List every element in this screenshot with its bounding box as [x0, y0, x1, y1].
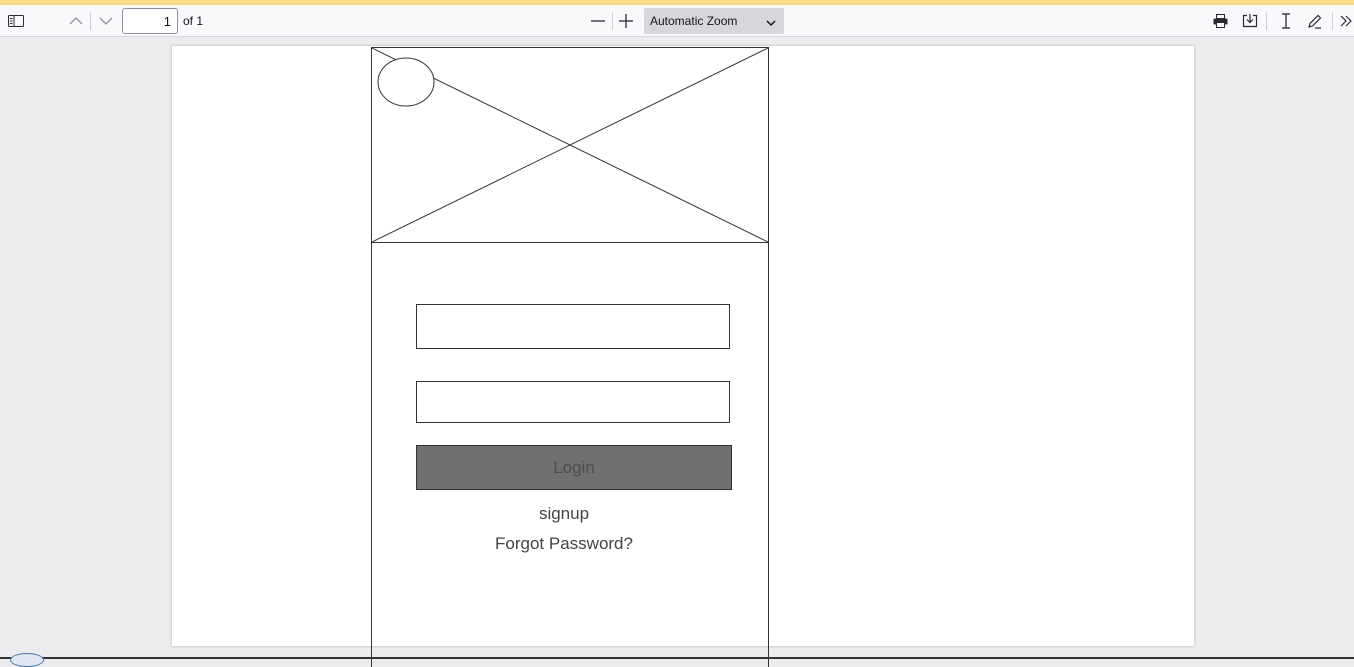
draw-button[interactable] — [1303, 11, 1325, 31]
printer-icon — [1213, 14, 1228, 28]
pdf-page: Login signup Forgot Password? — [172, 46, 1194, 667]
text-select-button[interactable] — [1275, 11, 1297, 31]
image-placeholder — [372, 48, 768, 243]
toolbar-divider — [1266, 12, 1267, 30]
download-icon — [1242, 14, 1258, 28]
chevron-up-icon — [69, 17, 83, 25]
more-tools-button[interactable] — [1338, 11, 1354, 31]
double-chevron-right-icon — [1339, 15, 1353, 27]
zoom-out-button[interactable] — [588, 11, 608, 31]
username-field-placeholder — [416, 304, 730, 349]
previous-page-button[interactable] — [66, 11, 86, 31]
print-button[interactable] — [1209, 11, 1231, 31]
toolbar-divider — [1332, 12, 1333, 30]
chevron-down-icon — [99, 17, 113, 25]
pdf-toolbar: of 1 Automatic Zoom — [0, 5, 1354, 37]
text-cursor-icon — [1281, 13, 1291, 29]
document-viewer[interactable]: Login signup Forgot Password? — [0, 38, 1354, 667]
next-page-button[interactable] — [96, 11, 116, 31]
save-button[interactable] — [1239, 11, 1261, 31]
sidebar-toggle-icon[interactable] — [4, 11, 28, 31]
wireframe-phone-frame: Login signup Forgot Password? — [371, 47, 769, 667]
zoom-select[interactable]: Automatic Zoom — [644, 8, 784, 34]
signup-link-placeholder: signup — [538, 504, 590, 523]
plus-icon — [619, 14, 633, 28]
chevron-down-icon — [766, 16, 776, 30]
toolbar-divider — [90, 12, 91, 30]
zoom-select-label: Automatic Zoom — [650, 14, 738, 28]
forgot-password-link-placeholder: Forgot Password? — [495, 534, 633, 553]
page-number-input[interactable] — [122, 8, 178, 34]
login-label: Login — [553, 457, 595, 477]
login-button-placeholder: Login — [416, 445, 732, 490]
toolbar-divider — [612, 12, 613, 30]
page-count-label: of 1 — [183, 14, 204, 28]
avatar — [10, 653, 44, 667]
zoom-in-button[interactable] — [616, 11, 636, 31]
minus-icon — [591, 20, 605, 22]
password-field-placeholder — [416, 381, 730, 423]
pencil-icon — [1307, 14, 1322, 29]
